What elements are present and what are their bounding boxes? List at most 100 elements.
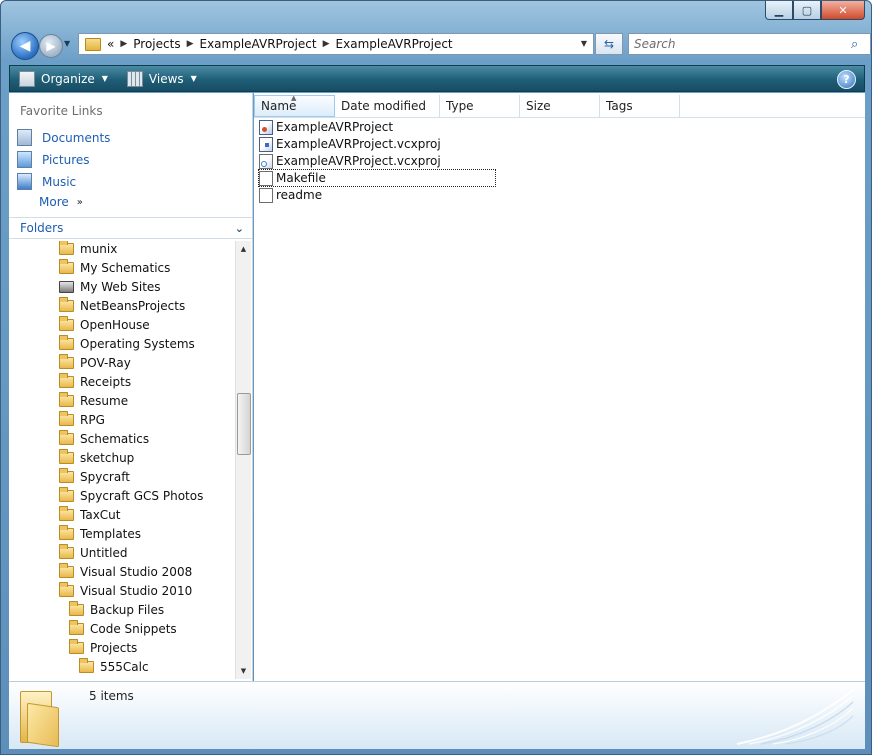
folder-tree-item[interactable]: 555Calc	[79, 658, 149, 674]
scroll-up-icon[interactable]: ▲	[236, 241, 251, 257]
folder-label: My Web Sites	[80, 280, 161, 294]
folder-tree-item[interactable]: Operating Systems	[59, 335, 195, 351]
folder-icon	[59, 259, 74, 274]
organize-icon	[19, 70, 35, 87]
views-button[interactable]: Views ▼	[126, 70, 197, 87]
folder-icon	[59, 449, 74, 464]
file-name: ExampleAVRProject	[276, 120, 394, 134]
address-dropdown-icon[interactable]: ▼	[581, 39, 587, 48]
folder-tree-item[interactable]: Visual Studio 2008	[59, 563, 192, 579]
user-file-icon	[259, 153, 273, 169]
folders-header[interactable]: Folders ⌄	[9, 217, 252, 239]
folder-tree-item[interactable]: Spycraft	[59, 468, 130, 484]
project-file-icon	[259, 136, 273, 152]
favorite-documents[interactable]: Documents	[17, 129, 110, 146]
maximize-button[interactable]: ▢	[793, 1, 821, 20]
folder-tree-scrollbar[interactable]: ▲ ▼	[235, 241, 251, 679]
organize-button[interactable]: Organize ▼	[19, 70, 108, 87]
folder-icon	[69, 601, 84, 616]
file-name: ExampleAVRProject.vcxproj	[276, 137, 441, 151]
breadcrumb-projects[interactable]: Projects	[133, 37, 180, 51]
breadcrumb-separator-icon: ▶	[120, 39, 128, 49]
breadcrumb-exampleavrproject[interactable]: ExampleAVRProject	[200, 37, 317, 51]
folder-tree-item[interactable]: Resume	[59, 392, 128, 408]
sort-ascending-icon: ▲	[291, 94, 297, 102]
recent-pages-dropdown[interactable]: ▼	[64, 39, 70, 48]
folder-tree-item[interactable]: Projects	[69, 639, 137, 655]
folder-tree-item[interactable]: My Schematics	[59, 259, 171, 275]
back-button[interactable]: ◀	[11, 32, 39, 60]
folder-icon	[59, 563, 74, 578]
folder-tree-item[interactable]: RPG	[59, 411, 105, 427]
folder-label: NetBeansProjects	[80, 299, 186, 313]
folder-tree-item[interactable]: Code Snippets	[69, 620, 177, 636]
folder-label: Spycraft	[80, 470, 130, 484]
folder-icon	[59, 430, 74, 445]
folder-icon	[69, 620, 84, 635]
search-input[interactable]: Search	[634, 37, 851, 51]
folder-tree-item[interactable]: Visual Studio 2010	[59, 582, 192, 598]
favorite-more[interactable]: More »	[39, 195, 83, 209]
folder-icon	[59, 373, 74, 388]
solution-file-icon	[259, 119, 273, 135]
chevron-down-icon: ▼	[190, 74, 197, 83]
search-box[interactable]: Search ⌕	[628, 33, 871, 55]
folder-icon	[59, 582, 74, 597]
file-row[interactable]: ExampleAVRProject	[259, 119, 393, 135]
minimize-button[interactable]: ▁	[765, 1, 793, 20]
folder-icon	[59, 544, 74, 559]
breadcrumb-overflow[interactable]: «	[107, 37, 114, 51]
favorite-music[interactable]: Music	[17, 173, 76, 190]
scroll-down-icon[interactable]: ▼	[236, 663, 251, 679]
folder-tree-item[interactable]: Untitled	[59, 544, 127, 560]
close-button[interactable]: ✕	[821, 1, 865, 20]
folder-tree-item[interactable]: My Web Sites	[59, 280, 161, 294]
help-icon[interactable]: ?	[837, 70, 856, 89]
column-header-type[interactable]: Type	[440, 95, 520, 117]
more-label: More	[39, 195, 69, 209]
folder-label: My Schematics	[80, 261, 171, 275]
folder-icon	[59, 392, 74, 407]
caption-buttons: ▁ ▢ ✕	[765, 1, 865, 20]
folder-tree-item[interactable]: TaxCut	[59, 506, 121, 522]
column-header-date-modified[interactable]: Date modified	[335, 95, 440, 117]
folder-label: RPG	[80, 413, 105, 427]
folder-tree-item[interactable]: Receipts	[59, 373, 131, 389]
file-row[interactable]: ExampleAVRProject.vcxproj	[259, 136, 441, 152]
column-headers: ▲ Name Date modified Type Size Tags	[254, 94, 865, 118]
file-row[interactable]: Makefile	[258, 169, 496, 187]
column-header-tags[interactable]: Tags	[600, 95, 680, 117]
scrollbar-thumb[interactable]	[237, 393, 251, 455]
column-label: Date modified	[341, 99, 427, 113]
file-name: Makefile	[276, 171, 326, 185]
folder-icon	[59, 468, 74, 483]
column-label: Tags	[606, 99, 633, 113]
folder-label: sketchup	[80, 451, 135, 465]
folder-tree-item[interactable]: POV-Ray	[59, 354, 131, 370]
column-header-name[interactable]: ▲ Name	[254, 94, 335, 117]
favorite-label: Pictures	[42, 152, 90, 167]
file-row[interactable]: ExampleAVRProject.vcxproj	[259, 153, 441, 169]
folder-tree-item[interactable]: Templates	[59, 525, 141, 541]
breadcrumb-current[interactable]: ExampleAVRProject	[336, 37, 453, 51]
search-icon[interactable]: ⌕	[851, 37, 867, 52]
folder-tree-item[interactable]: munix	[59, 241, 117, 256]
folder-tree-item[interactable]: sketchup	[59, 449, 135, 465]
folder-tree-item[interactable]: Schematics	[59, 430, 149, 446]
folder-tree-item[interactable]: NetBeansProjects	[59, 297, 186, 313]
folder-tree-item[interactable]: Backup Files	[69, 601, 164, 617]
file-row[interactable]: readme	[259, 187, 322, 203]
folder-tree-item[interactable]: Spycraft GCS Photos	[59, 487, 203, 503]
favorite-pictures[interactable]: Pictures	[17, 151, 90, 168]
column-header-size[interactable]: Size	[520, 95, 600, 117]
folder-tree-item[interactable]: OpenHouse	[59, 316, 150, 332]
file-name: readme	[276, 188, 323, 202]
folder-label: POV-Ray	[80, 356, 131, 370]
chevron-down-icon: ▼	[101, 74, 108, 83]
address-bar[interactable]: « ▶ Projects ▶ ExampleAVRProject ▶ Examp…	[78, 33, 594, 55]
chevron-down-icon[interactable]: ⌄	[235, 222, 244, 235]
forward-button[interactable]: ▶	[39, 34, 63, 58]
views-label: Views	[148, 71, 184, 86]
refresh-button[interactable]: ⇆	[595, 33, 623, 55]
folder-icon	[69, 639, 84, 654]
